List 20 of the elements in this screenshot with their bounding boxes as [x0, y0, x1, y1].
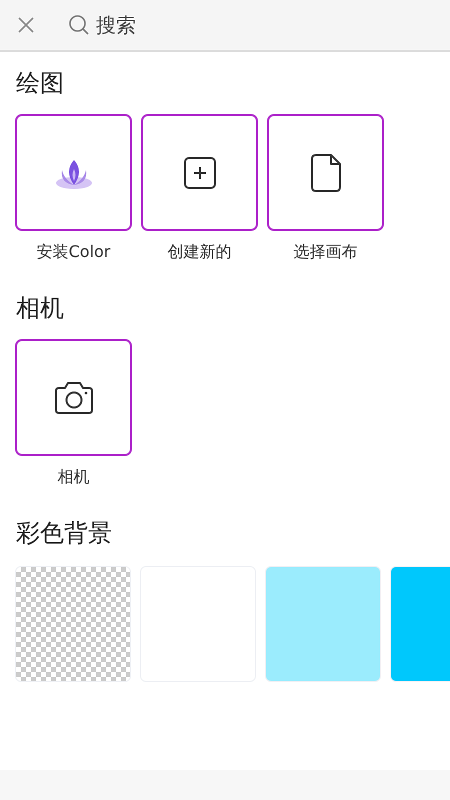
tile-label: 选择画布 — [294, 241, 358, 263]
plus-square-icon — [182, 156, 216, 190]
section-title: 绘图 — [16, 68, 65, 98]
search-icon — [68, 14, 90, 36]
close-icon — [17, 16, 35, 34]
tile-button[interactable] — [267, 114, 384, 231]
section-title: 相机 — [16, 293, 65, 323]
tile-label: 创建新的 — [168, 241, 232, 263]
search-field[interactable]: 搜索 — [96, 13, 296, 37]
camera-icon — [54, 380, 94, 414]
section-title: 彩色背景 — [16, 518, 113, 548]
color-swatch[interactable] — [265, 566, 381, 682]
file-icon — [310, 154, 340, 192]
tile-button[interactable] — [15, 114, 132, 231]
tile-label: 安装Color — [36, 241, 110, 263]
tile-button[interactable] — [15, 339, 132, 456]
close-button[interactable] — [17, 16, 35, 34]
tile-button[interactable] — [141, 114, 258, 231]
transparent-swatch[interactable] — [15, 566, 131, 682]
tile-label: 相机 — [58, 466, 90, 488]
